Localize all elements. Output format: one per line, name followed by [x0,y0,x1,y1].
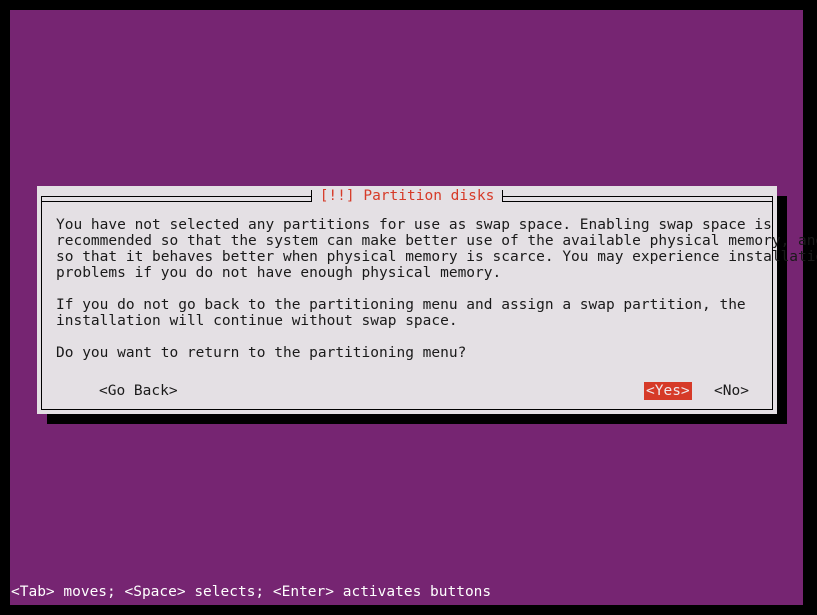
dialog-paragraph-consequence: If you do not go back to the partitionin… [56,297,746,329]
dialog-body: You have not selected any partitions for… [42,197,817,413]
keyboard-help-statusbar: <Tab> moves; <Space> selects; <Enter> ac… [10,580,803,605]
no-button[interactable]: <No> [712,382,751,400]
dialog-button-row: <Go Back> <Yes> <No> [56,382,758,402]
go-back-button[interactable]: <Go Back> [97,382,180,400]
yes-button[interactable]: <Yes> [644,382,692,400]
dialog-question: Do you want to return to the partitionin… [56,345,467,361]
partition-disks-dialog: [!!] Partition disks You have not select… [37,186,817,414]
installer-screen: [!!] Partition disks You have not select… [0,0,817,615]
dialog-paragraph-swap-warning: You have not selected any partitions for… [56,217,817,281]
